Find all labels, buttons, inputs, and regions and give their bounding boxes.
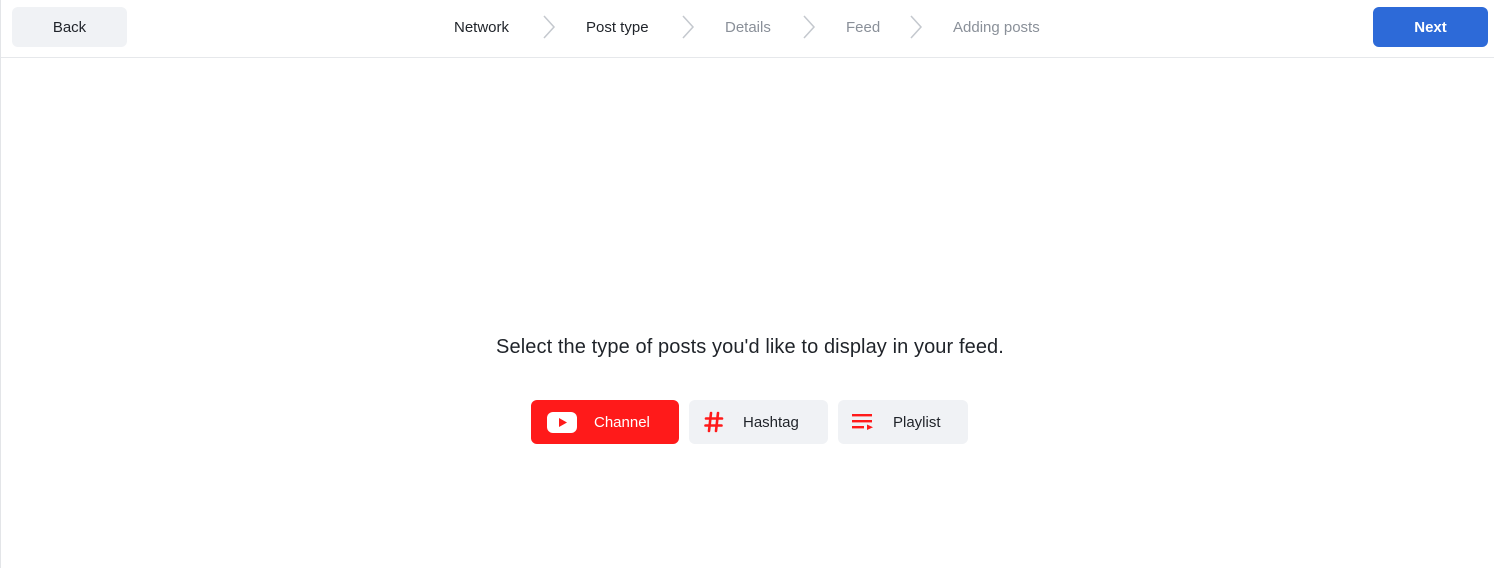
step-post-type[interactable]: Post type — [586, 0, 649, 54]
chevron-right-icon — [802, 14, 816, 40]
chevron-right-icon — [909, 14, 923, 40]
wizard-stepper: Network Post type Details Feed Adding po… — [1, 0, 1494, 54]
chevron-right-icon — [542, 14, 556, 40]
post-type-options: Channel Hashtag Playlist — [531, 400, 968, 444]
next-button[interactable]: Next — [1373, 7, 1488, 47]
youtube-icon — [545, 411, 579, 433]
step-feed[interactable]: Feed — [846, 0, 880, 54]
playlist-icon — [850, 412, 876, 432]
step-adding-posts[interactable]: Adding posts — [953, 0, 1040, 54]
top-toolbar: Back Network Post type Details Feed Addi… — [1, 0, 1494, 58]
channel-option-label: Channel — [594, 413, 650, 431]
step-details[interactable]: Details — [725, 0, 771, 54]
chevron-right-icon — [681, 14, 695, 40]
hashtag-option-label: Hashtag — [743, 413, 799, 431]
post-type-prompt: Select the type of posts you'd like to d… — [496, 336, 1004, 358]
app-window: Back Network Post type Details Feed Addi… — [0, 0, 1494, 568]
playlist-option-button[interactable]: Playlist — [838, 400, 968, 444]
channel-option-button[interactable]: Channel — [531, 400, 679, 444]
playlist-option-label: Playlist — [893, 413, 941, 431]
hashtag-icon — [701, 411, 727, 433]
hashtag-option-button[interactable]: Hashtag — [689, 400, 828, 444]
step-network[interactable]: Network — [454, 0, 509, 54]
